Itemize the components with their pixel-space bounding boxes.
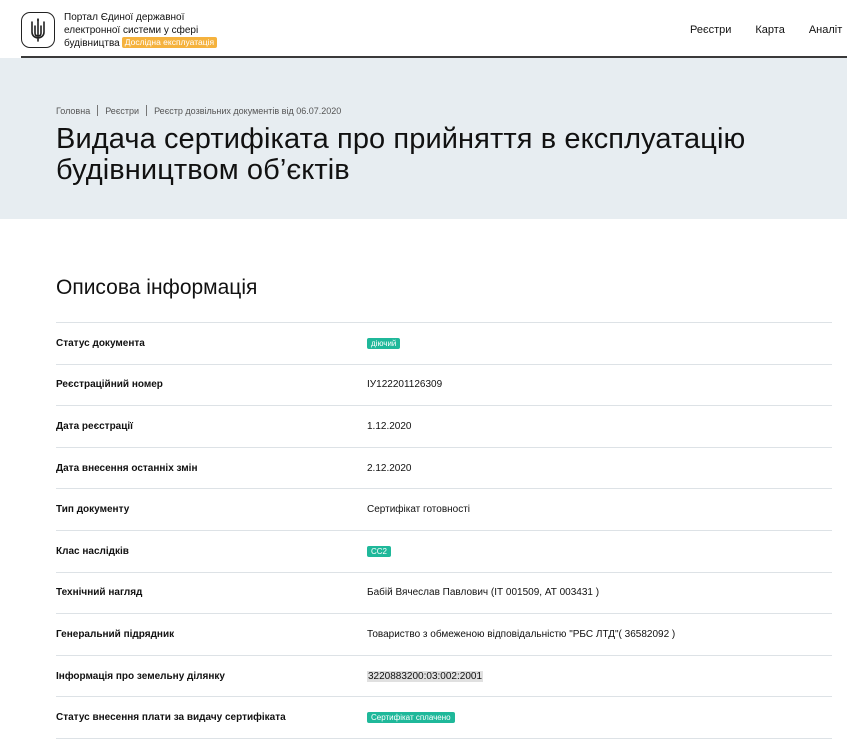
info-row-reg-date: Дата реєстрації 1.12.2020 xyxy=(56,405,832,447)
info-table: Статус документа діючий Реєстраційний но… xyxy=(56,322,832,739)
info-row-land-plot: Інформація про земельну ділянку 32208832… xyxy=(56,654,832,697)
info-value: ІУ122201126309 xyxy=(367,379,443,391)
nav-item-registries[interactable]: Реєстри xyxy=(690,24,731,36)
info-label: Дата реєстрації xyxy=(56,420,133,432)
page-title: Видача сертифіката про прийняття в експл… xyxy=(56,124,745,186)
info-value: СС2 xyxy=(367,531,392,572)
nav-item-map[interactable]: Карта xyxy=(755,24,784,36)
brand-line-3: будівництва Дослідна експлуатація xyxy=(64,37,244,51)
breadcrumb-separator xyxy=(97,105,99,116)
info-label: Клас наслідків xyxy=(56,545,129,557)
portal-brand[interactable]: Портал Єдиної державної електронної сист… xyxy=(64,12,244,51)
status-badge: діючий xyxy=(367,337,401,349)
top-header: Портал Єдиної державної електронної сист… xyxy=(0,0,847,58)
info-label: Реєстраційний номер xyxy=(56,379,163,391)
beta-badge: Дослідна експлуатація xyxy=(121,37,218,48)
breadcrumb-home[interactable]: Головна xyxy=(56,106,90,116)
brand-line-1: Портал Єдиної державної xyxy=(64,12,185,23)
payment-badge: Сертифікат сплачено xyxy=(367,712,455,724)
info-label: Тип документу xyxy=(56,504,130,516)
info-label: Статус внесення плати за видачу сертифік… xyxy=(56,712,286,724)
info-value: Сертифікат готовності xyxy=(367,504,471,516)
breadcrumb-registries[interactable]: Реєстри xyxy=(105,106,139,116)
main-nav: Реєстри Карта Аналіт xyxy=(690,24,842,36)
info-row-consequence-class: Клас наслідків СС2 xyxy=(56,529,832,572)
info-row-status: Статус документа діючий xyxy=(56,322,832,364)
info-value: 2.12.2020 xyxy=(367,462,412,474)
page-title-line-2: будівництвом об’єктів xyxy=(56,154,350,186)
info-row-general-contractor: Генеральний підрядник Товариство з обмеж… xyxy=(56,613,832,655)
info-label: Дата внесення останніх змін xyxy=(56,462,198,474)
brand-line-2: електронної системи у сфері xyxy=(64,24,199,36)
table-bottom-border xyxy=(56,737,832,739)
info-label: Технічний нагляд xyxy=(56,587,143,599)
trident-icon[interactable] xyxy=(21,12,55,48)
info-row-last-change: Дата внесення останніх змін 2.12.2020 xyxy=(56,446,832,489)
info-value: Бабій Вячеслав Павлович (ІТ 001509, АТ 0… xyxy=(367,587,600,599)
page-hero: Головна Реєстри Реєстр дозвільних докуме… xyxy=(0,58,847,219)
info-label: Інформація про земельну ділянку xyxy=(56,670,225,682)
info-row-tech-supervision: Технічний нагляд Бабій Вячеслав Павлович… xyxy=(56,571,832,614)
info-value: Сертифікат сплачено xyxy=(367,697,455,738)
info-value: Товариство з обмеженою відповідальністю … xyxy=(367,628,676,640)
breadcrumb-separator xyxy=(146,105,148,116)
class-badge: СС2 xyxy=(367,545,392,557)
breadcrumb: Головна Реєстри Реєстр дозвільних докуме… xyxy=(56,105,341,116)
info-value: діючий xyxy=(367,323,401,364)
cadastral-number[interactable]: 3220883200:03:002:2001 xyxy=(367,670,484,682)
info-value: 3220883200:03:002:2001 xyxy=(367,656,484,697)
info-label: Генеральний підрядник xyxy=(56,628,175,640)
brand-line-3-text: будівництва xyxy=(64,38,120,49)
info-value: 1.12.2020 xyxy=(367,420,412,432)
nav-item-analytics[interactable]: Аналіт xyxy=(809,24,842,36)
info-row-payment-status: Статус внесення плати за видачу сертифік… xyxy=(56,696,832,738)
page-title-line-1: Видача сертифіката про прийняття в експл… xyxy=(56,123,746,155)
section-title: Описова інформація xyxy=(56,276,258,299)
info-row-reg-number: Реєстраційний номер ІУ122201126309 xyxy=(56,363,832,406)
breadcrumb-current[interactable]: Реєстр дозвільних документів від 06.07.2… xyxy=(154,106,341,116)
info-label: Статус документа xyxy=(56,337,145,349)
info-row-doc-type: Тип документу Сертифікат готовності xyxy=(56,488,832,530)
